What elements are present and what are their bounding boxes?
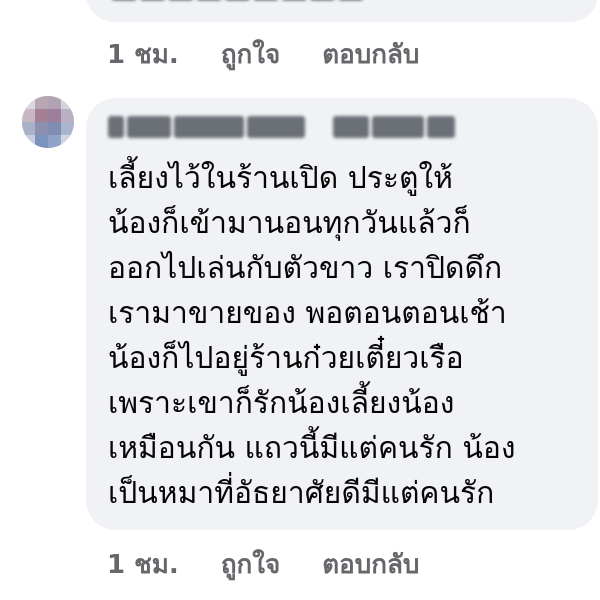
avatar-pixel — [35, 122, 48, 135]
avatar-pixel — [48, 109, 61, 122]
previous-comment-actions: 1 ชม. ถูกใจ ตอบกลับ — [107, 34, 419, 74]
comment-line: เป็นหมาที่อัธยาศัยดีมีแต่คนรัก — [108, 476, 495, 511]
blurred-text-block — [174, 116, 244, 138]
avatar-pixel — [22, 122, 35, 135]
comment-timestamp[interactable]: 1 ชม. — [107, 544, 179, 585]
avatar-pixel — [35, 96, 48, 109]
blurred-text-block — [427, 116, 455, 138]
comment-line: เหมือนกัน แถวนี้มีแต่คนรัก น้อง — [108, 431, 516, 466]
blurred-text-block — [333, 116, 369, 138]
like-button[interactable]: ถูกใจ — [221, 544, 280, 585]
comment-line: น้องก็ไปอยู่ร้านก๋วยเตี๋ยวเรือ — [108, 341, 464, 376]
comment-actions: 1 ชม. ถูกใจ ตอบกลับ — [107, 544, 419, 584]
comment-line: เลี้ยงไว้ในร้านเปิด ประตูให้ — [108, 161, 453, 196]
blurred-text-block — [127, 116, 171, 138]
avatar-pixel — [22, 135, 35, 148]
comment-timestamp[interactable]: 1 ชม. — [107, 34, 179, 75]
avatar-pixel — [22, 96, 35, 109]
comment-bubble: เลี้ยงไว้ในร้านเปิด ประตูให้ น้องก็เข้าม… — [86, 98, 598, 530]
reply-button[interactable]: ตอบกลับ — [322, 34, 419, 75]
comment-thread: ▬▬▬▬▬▬▬▬▬ 1 ชม. ถูกใจ ตอบกลับ — [0, 0, 600, 600]
comment-line: เพราะเขาก็รักน้องเลี้ยงน้อง — [108, 386, 455, 421]
blurred-text-block — [108, 116, 124, 138]
avatar-pixel — [61, 122, 74, 135]
comment-line: ออกไปเล่นกับตัวขาว เราปิดดึก — [108, 251, 503, 286]
blurred-text-block — [247, 116, 305, 138]
previous-comment-bubble: ▬▬▬▬▬▬▬▬▬ — [86, 0, 598, 22]
avatar-pixel — [48, 96, 61, 109]
comment-text: เลี้ยงไว้ในร้านเปิด ประตูให้ น้องก็เข้าม… — [108, 156, 588, 516]
avatar-pixel — [35, 135, 48, 148]
avatar[interactable] — [22, 96, 74, 148]
like-button[interactable]: ถูกใจ — [221, 34, 280, 75]
avatar-pixel — [61, 96, 74, 109]
blurred-text-block — [372, 116, 424, 138]
avatar-pixel — [48, 122, 61, 135]
avatar-pixel — [48, 135, 61, 148]
name-gap — [308, 116, 330, 138]
comment-line: เรามาขายของ พอตอนตอนเช้า — [108, 296, 507, 331]
reply-button[interactable]: ตอบกลับ — [322, 544, 419, 585]
avatar-pixel — [22, 109, 35, 122]
author-name-blurred[interactable] — [108, 116, 458, 142]
comment-line: น้องก็เข้ามานอนทุกวันแล้วก็ — [108, 206, 471, 241]
avatar-pixel — [35, 109, 48, 122]
avatar-pixel — [61, 135, 74, 148]
avatar-pixel — [61, 109, 74, 122]
